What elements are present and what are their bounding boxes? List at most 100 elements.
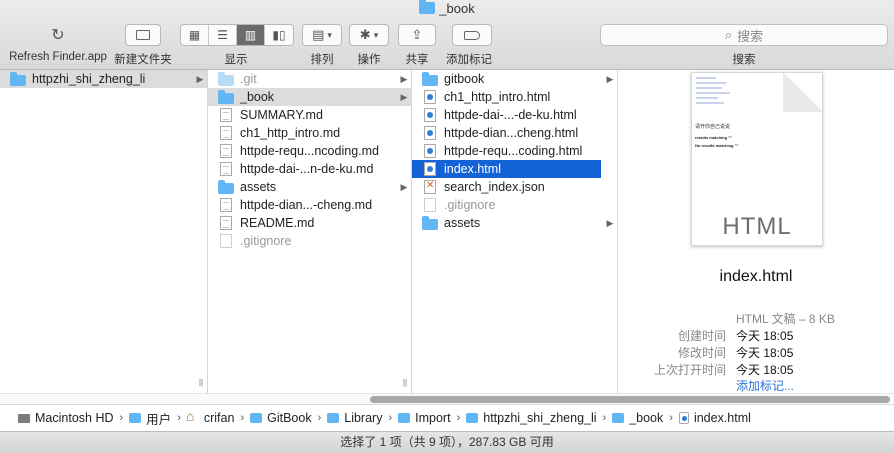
- path-separator: ›: [388, 412, 393, 424]
- path-item[interactable]: 用户: [129, 409, 171, 428]
- path-item[interactable]: GitBook: [250, 411, 312, 425]
- list-item[interactable]: httpde-requ...coding.html: [412, 142, 617, 160]
- list-item-selected[interactable]: index.html: [412, 160, 601, 178]
- horizontal-scrollbar[interactable]: [0, 393, 894, 404]
- action-button[interactable]: ✱ ▾: [349, 24, 389, 46]
- chevron-down-icon: ▾: [373, 29, 379, 40]
- path-item[interactable]: _book: [612, 411, 663, 425]
- window-title: _book: [0, 0, 894, 16]
- item-name: httpde-requ...coding.html: [444, 144, 583, 158]
- path-bar: Macintosh HD › 用户 › crifan › GitBook › L…: [0, 404, 894, 431]
- item-name: httpde-dian...cheng.html: [444, 126, 579, 140]
- meta-modified: 修改时间 今天 18:05: [618, 344, 894, 361]
- path-separator: ›: [119, 412, 124, 424]
- meta-value: 今天 18:05: [736, 329, 794, 343]
- share-icon: ⇪: [411, 27, 423, 42]
- list-item[interactable]: .git ▶: [208, 70, 411, 88]
- item-name: ch1_http_intro.html: [444, 90, 551, 104]
- list-item[interactable]: httpzhi_shi_zheng_li ▶: [0, 70, 207, 88]
- folder-icon: [419, 0, 436, 14]
- item-name: httpde-dian...-cheng.md: [240, 198, 373, 212]
- list-item[interactable]: httpde-dian...-cheng.md: [208, 196, 411, 214]
- new-folder-group[interactable]: 新建文件夹: [114, 24, 172, 67]
- view-segmented-control[interactable]: ▦ ☰ ▥ ▮▯: [180, 24, 294, 46]
- new-folder-button[interactable]: [125, 24, 161, 46]
- chevron-down-icon: ▾: [327, 29, 332, 40]
- list-item[interactable]: assets ▶: [208, 178, 411, 196]
- meta-key: 创建时间: [677, 329, 726, 343]
- column-3[interactable]: gitbook ▶ ch1_http_intro.html httpde-dai…: [403, 70, 618, 393]
- list-item[interactable]: .gitignore: [412, 196, 617, 214]
- folder-icon: [612, 413, 625, 423]
- column-2[interactable]: .git ▶ _book ▶ SUMMARY.md ch1_http_intro…: [199, 70, 412, 393]
- item-name: _book: [240, 90, 275, 104]
- new-folder-label: 新建文件夹: [114, 54, 172, 66]
- file-thumbnail[interactable]: 请开你自己说说 results matching "" No results m…: [691, 72, 823, 246]
- list-item[interactable]: ch1_http_intro.md: [208, 124, 411, 142]
- path-separator: ›: [177, 412, 181, 424]
- refresh-finder-group[interactable]: ↻ Refresh Finder.app: [8, 24, 108, 63]
- icon-view-icon[interactable]: ▦: [181, 25, 209, 45]
- refresh-icon[interactable]: ↻: [8, 24, 108, 46]
- path-item[interactable]: Import: [398, 411, 451, 425]
- tags-button[interactable]: [451, 24, 492, 46]
- window-title-text: _book: [439, 1, 475, 16]
- folder-icon: [129, 413, 142, 423]
- list-view-icon[interactable]: ☰: [209, 25, 237, 45]
- folder-icon: [218, 71, 234, 86]
- search-input[interactable]: ⌕ 搜索: [600, 24, 888, 46]
- list-item[interactable]: gitbook ▶: [412, 70, 617, 88]
- list-item[interactable]: search_index.json: [412, 178, 617, 196]
- meta-key: 上次打开时间: [653, 363, 726, 377]
- folder-icon: [398, 413, 411, 423]
- html-file-icon: [424, 90, 436, 104]
- action-group[interactable]: ✱ ▾ 操作: [349, 24, 389, 67]
- gallery-view-icon[interactable]: ▮▯: [265, 25, 293, 45]
- column-resize-handle[interactable]: ||: [199, 378, 203, 387]
- html-file-icon: [424, 108, 436, 122]
- list-item[interactable]: httpde-dai-...n-de-ku.md: [208, 160, 411, 178]
- item-name: README.md: [240, 216, 315, 230]
- arrange-button[interactable]: ▤ ▾: [302, 24, 342, 46]
- path-item[interactable]: Macintosh HD: [18, 411, 114, 425]
- document-icon: [220, 144, 232, 158]
- path-item[interactable]: Library: [327, 411, 382, 425]
- scrollbar-thumb[interactable]: [370, 396, 890, 403]
- add-tags-link[interactable]: 添加标记...: [736, 377, 794, 394]
- view-label: 显示: [224, 54, 248, 66]
- list-item[interactable]: _book ▶: [208, 88, 411, 106]
- list-item[interactable]: ch1_http_intro.html: [412, 88, 617, 106]
- list-item[interactable]: httpde-dian...cheng.html: [412, 124, 617, 142]
- arrange-label: 排列: [310, 54, 334, 66]
- path-item[interactable]: httpzhi_shi_zheng_li: [466, 411, 597, 425]
- list-item[interactable]: assets ▶: [412, 214, 617, 232]
- list-item[interactable]: README.md: [208, 214, 411, 232]
- preview-pane: 请开你自己说说 results matching "" No results m…: [618, 70, 894, 393]
- list-item[interactable]: httpde-dai-...-de-ku.html: [412, 106, 617, 124]
- path-separator: ›: [240, 412, 245, 424]
- column-resize-handle[interactable]: ||: [403, 378, 407, 387]
- document-icon: [220, 108, 232, 122]
- folder-icon: [466, 413, 479, 423]
- tags-group[interactable]: 添加标记: [444, 24, 494, 67]
- folder-icon: [422, 71, 438, 86]
- gear-icon: ✱: [359, 27, 371, 42]
- list-item[interactable]: .gitignore: [208, 232, 411, 250]
- item-name: httpde-dai-...n-de-ku.md: [240, 162, 374, 176]
- list-item[interactable]: httpde-requ...ncoding.md: [208, 142, 411, 160]
- document-icon: [424, 198, 436, 212]
- path-item[interactable]: index.html: [678, 411, 751, 425]
- share-group[interactable]: ⇪ 共享: [398, 24, 436, 67]
- item-name: .gitignore: [240, 234, 292, 248]
- column-1[interactable]: httpzhi_shi_zheng_li ▶ ||: [0, 70, 208, 393]
- path-separator: ›: [669, 412, 673, 424]
- preview-kind-size: HTML 文稿 – 8 KB: [736, 312, 835, 326]
- list-item[interactable]: SUMMARY.md: [208, 106, 411, 124]
- folder-icon: [10, 71, 26, 86]
- meta-value: 今天 18:05: [736, 346, 794, 360]
- status-text: 选择了 1 项（共 9 项），287.83 GB 可用: [340, 435, 554, 449]
- share-button[interactable]: ⇪: [398, 24, 436, 46]
- column-view-icon[interactable]: ▥: [237, 25, 265, 45]
- arrange-group[interactable]: ▤ ▾ 排列: [302, 24, 342, 67]
- path-item[interactable]: crifan: [186, 408, 235, 425]
